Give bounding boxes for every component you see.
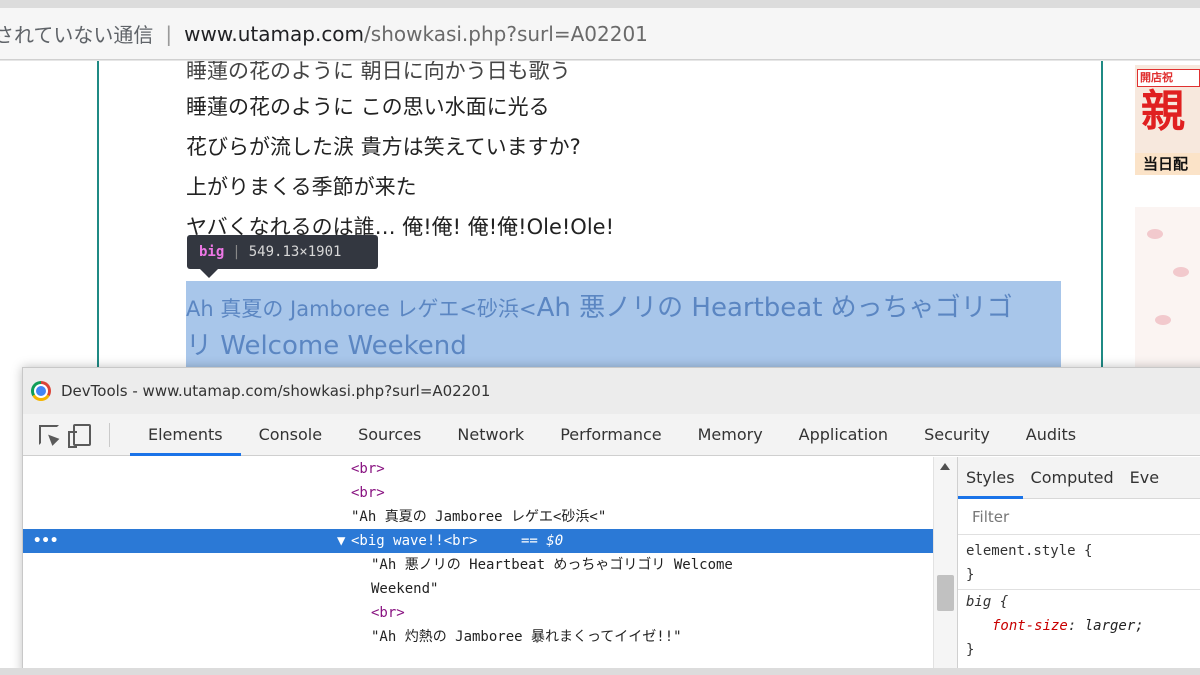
dom-node[interactable]: <br>	[23, 481, 933, 505]
side-ad-image[interactable]	[1135, 207, 1200, 377]
styles-tabbar: Styles Computed Eve	[958, 457, 1200, 499]
ad-badge: 開店祝	[1137, 69, 1200, 87]
tab-styles[interactable]: Styles	[958, 457, 1023, 499]
rule-declaration[interactable]: font-size: larger;	[958, 614, 1200, 638]
device-toolbar-icon[interactable]	[68, 423, 91, 448]
url-path[interactable]: /showkasi.php?surl=A02201	[364, 22, 648, 46]
dom-text-node[interactable]: "Ah 真夏の Jamboree レゲエ<砂浜<"	[23, 505, 933, 529]
dom-tree[interactable]: <br> <br> "Ah 真夏の Jamboree レゲエ<砂浜<" ••• …	[23, 457, 933, 674]
dom-text-node[interactable]: "Ah 悪ノリの Heartbeat めっちゃゴリゴリ Welcome	[23, 553, 933, 577]
css-property[interactable]: font-size	[966, 618, 1068, 634]
scroll-up-icon[interactable]	[940, 463, 950, 470]
styles-pane[interactable]: Styles Computed Eve Filter element.style…	[957, 457, 1200, 674]
more-actions-icon[interactable]: •••	[33, 529, 58, 553]
devtools-window[interactable]: DevTools - www.utamap.com/showkasi.php?s…	[22, 367, 1200, 675]
rule-close: }	[966, 642, 975, 658]
tab-security[interactable]: Security	[906, 414, 1008, 456]
lyric-line: 花びらが流した涙 貴方は笑えていますか?	[186, 135, 581, 159]
security-indicator[interactable]: されていない通信	[0, 19, 153, 48]
tab-elements[interactable]: Elements	[130, 414, 241, 456]
tab-event-listeners[interactable]: Eve	[1122, 457, 1167, 499]
window-frame-top	[0, 0, 1200, 8]
tab-audits[interactable]: Audits	[1008, 414, 1094, 456]
dom-scrollbar[interactable]	[933, 457, 957, 674]
styles-filter-input[interactable]: Filter	[958, 499, 1200, 535]
inspect-element-icon[interactable]	[39, 424, 59, 445]
devtools-tabbar: Elements Console Sources Network Perform…	[23, 414, 1200, 456]
tooltip-separator: |	[232, 244, 241, 260]
petal-shape	[1155, 315, 1171, 325]
selected-node-marker: == $0	[521, 533, 564, 549]
toolbar-divider	[109, 422, 110, 447]
lyric-line-cut: 睡蓮の花のように 朝日に向かう日も歌う	[186, 61, 571, 83]
window-frame-bottom	[0, 668, 1200, 675]
dom-node-text[interactable]: "Ah 悪ノリの Heartbeat めっちゃゴリゴリ Welcome	[371, 553, 733, 577]
address-bar[interactable]: されていない通信 | www.utamap.com/showkasi.php?s…	[0, 8, 1200, 60]
element-style-close: }	[966, 567, 975, 583]
lyric-big-text: リ Welcome Weekend	[186, 331, 467, 361]
dom-node-text[interactable]: "Ah 灼熱の Jamboree 暴れまくってイイゼ!!"	[371, 625, 682, 649]
dom-node[interactable]: <br>	[23, 601, 933, 625]
dom-text-node[interactable]: Weekend"	[23, 577, 933, 601]
tab-computed[interactable]: Computed	[1023, 457, 1122, 499]
tab-console[interactable]: Console	[241, 414, 341, 456]
tooltip-tag: big	[199, 244, 225, 260]
tab-sources[interactable]: Sources	[340, 414, 439, 456]
dom-node-text[interactable]: <br>	[351, 457, 385, 481]
tooltip-dimensions: 549.13×1901	[248, 244, 342, 260]
dom-node-text[interactable]: "Ah 真夏の Jamboree レゲエ<砂浜<"	[351, 505, 606, 529]
element-style-open[interactable]: element.style {	[958, 535, 1200, 563]
side-ad-banner[interactable]: 開店祝 親 当日配	[1135, 65, 1200, 175]
dom-node-selected[interactable]: ••• ▼ <big wave!!<br> == $0	[23, 529, 933, 553]
dom-node-text[interactable]: <br>	[351, 481, 385, 505]
chrome-logo-icon	[31, 381, 51, 401]
expand-arrow-icon[interactable]: ▼	[337, 529, 345, 553]
lyric-line: 睡蓮の花のように この思い水面に光る	[186, 95, 550, 119]
dom-node-text[interactable]: <big wave!!<br>	[351, 529, 477, 553]
dom-text-node[interactable]: "Ah 灼熱の Jamboree 暴れまくってイイゼ!!"	[23, 625, 933, 649]
dom-node-text[interactable]: Weekend"	[371, 577, 438, 601]
ad-big-char: 親	[1141, 86, 1185, 137]
devtools-titlebar[interactable]: DevTools - www.utamap.com/showkasi.php?s…	[23, 368, 1200, 414]
petal-shape	[1147, 229, 1163, 239]
tab-performance[interactable]: Performance	[542, 414, 679, 456]
url-host[interactable]: www.utamap.com	[184, 22, 364, 46]
lyric-line: 上がりまくる季節が来た	[186, 175, 417, 199]
css-value[interactable]: larger;	[1085, 618, 1144, 634]
address-separator: |	[165, 21, 173, 46]
scroll-thumb[interactable]	[937, 575, 954, 611]
tab-application[interactable]: Application	[781, 414, 906, 456]
dom-node[interactable]: <br>	[23, 457, 933, 481]
element-tooltip: big | 549.13×1901	[187, 235, 378, 269]
tab-memory[interactable]: Memory	[680, 414, 781, 456]
lyric-small-text: Ah 真夏の Jamboree レゲエ<砂浜<	[186, 297, 537, 321]
tab-network[interactable]: Network	[439, 414, 542, 456]
tooltip-arrow-icon	[200, 269, 218, 278]
lyric-big-text: Ah 悪ノリの Heartbeat めっちゃゴリゴ	[536, 293, 1013, 323]
highlighted-lyric-line-2: リ Welcome Weekend	[186, 325, 467, 362]
ad-strip: 当日配	[1135, 153, 1200, 175]
devtools-title: DevTools - www.utamap.com/showkasi.php?s…	[61, 382, 491, 400]
dom-node-text[interactable]: <br>	[371, 601, 405, 625]
highlighted-lyric-line-1: Ah 真夏の Jamboree レゲエ<砂浜<Ah 悪ノリの Heartbeat…	[186, 287, 1013, 324]
rule-selector[interactable]: big {	[958, 590, 1200, 614]
petal-shape	[1173, 267, 1189, 277]
